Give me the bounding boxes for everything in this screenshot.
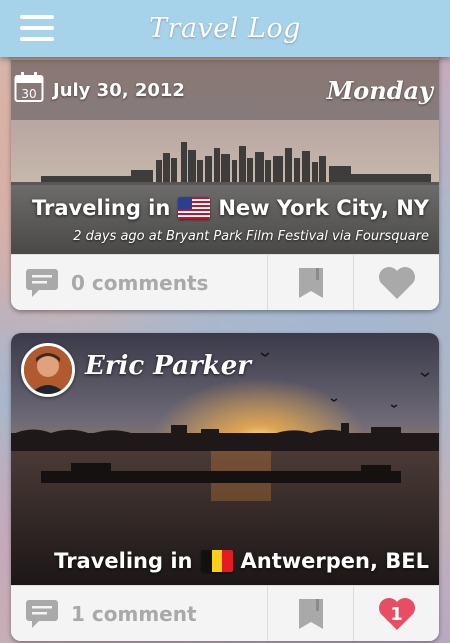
comment-bubble-icon [26, 599, 58, 628]
bookmark-button[interactable] [267, 586, 353, 641]
author-name[interactable]: Eric Parker [85, 351, 251, 381]
likes-count: 1 [390, 604, 403, 625]
location-name[interactable]: Antwerpen, BEL [241, 549, 430, 573]
traveling-prefix: Traveling in [32, 196, 171, 220]
heart-icon [378, 266, 415, 299]
calendar-day-number: 30 [21, 87, 36, 101]
comments-button[interactable]: 0 comments [11, 255, 267, 310]
hamburger-menu-icon[interactable] [20, 15, 54, 41]
checkin-subline: 2 days ago at Bryant Park Film Festival … [73, 229, 429, 244]
comment-bubble-icon [26, 268, 58, 297]
location-name[interactable]: New York City, NY [218, 196, 429, 220]
bookmark-button[interactable] [267, 255, 353, 310]
post-date: July 30, 2012 [53, 80, 185, 101]
belgium-flag-icon [200, 550, 233, 572]
comments-count-label: 0 comments [71, 270, 209, 295]
author-avatar[interactable] [21, 343, 75, 397]
post-card[interactable]: 30 July 30, 2012 Monday Traveling in New… [11, 20, 439, 310]
travel-location-line: Traveling in Antwerpen, BEL [54, 549, 429, 573]
like-button[interactable] [353, 255, 439, 310]
post-actions-bar: 1 comment 1 [11, 585, 439, 641]
app-header: Travel Log [0, 0, 450, 57]
travel-location-line: Traveling in New York City, NY [32, 196, 429, 220]
app-title: Travel Log [149, 13, 301, 44]
comments-count-label: 1 comment [71, 601, 197, 626]
post-card[interactable]: Eric Parker Traveling in Antwerpen, BEL … [11, 333, 439, 641]
like-button[interactable]: 1 [353, 586, 439, 641]
comments-button[interactable]: 1 comment [11, 586, 267, 641]
bookmark-icon [298, 598, 323, 629]
calendar-icon: 30 [14, 71, 44, 107]
post-weekday: Monday [326, 76, 433, 105]
traveling-prefix: Traveling in [54, 549, 193, 573]
post-actions-bar: 0 comments [11, 254, 439, 310]
us-flag-icon [178, 197, 211, 219]
bookmark-icon [298, 267, 323, 298]
